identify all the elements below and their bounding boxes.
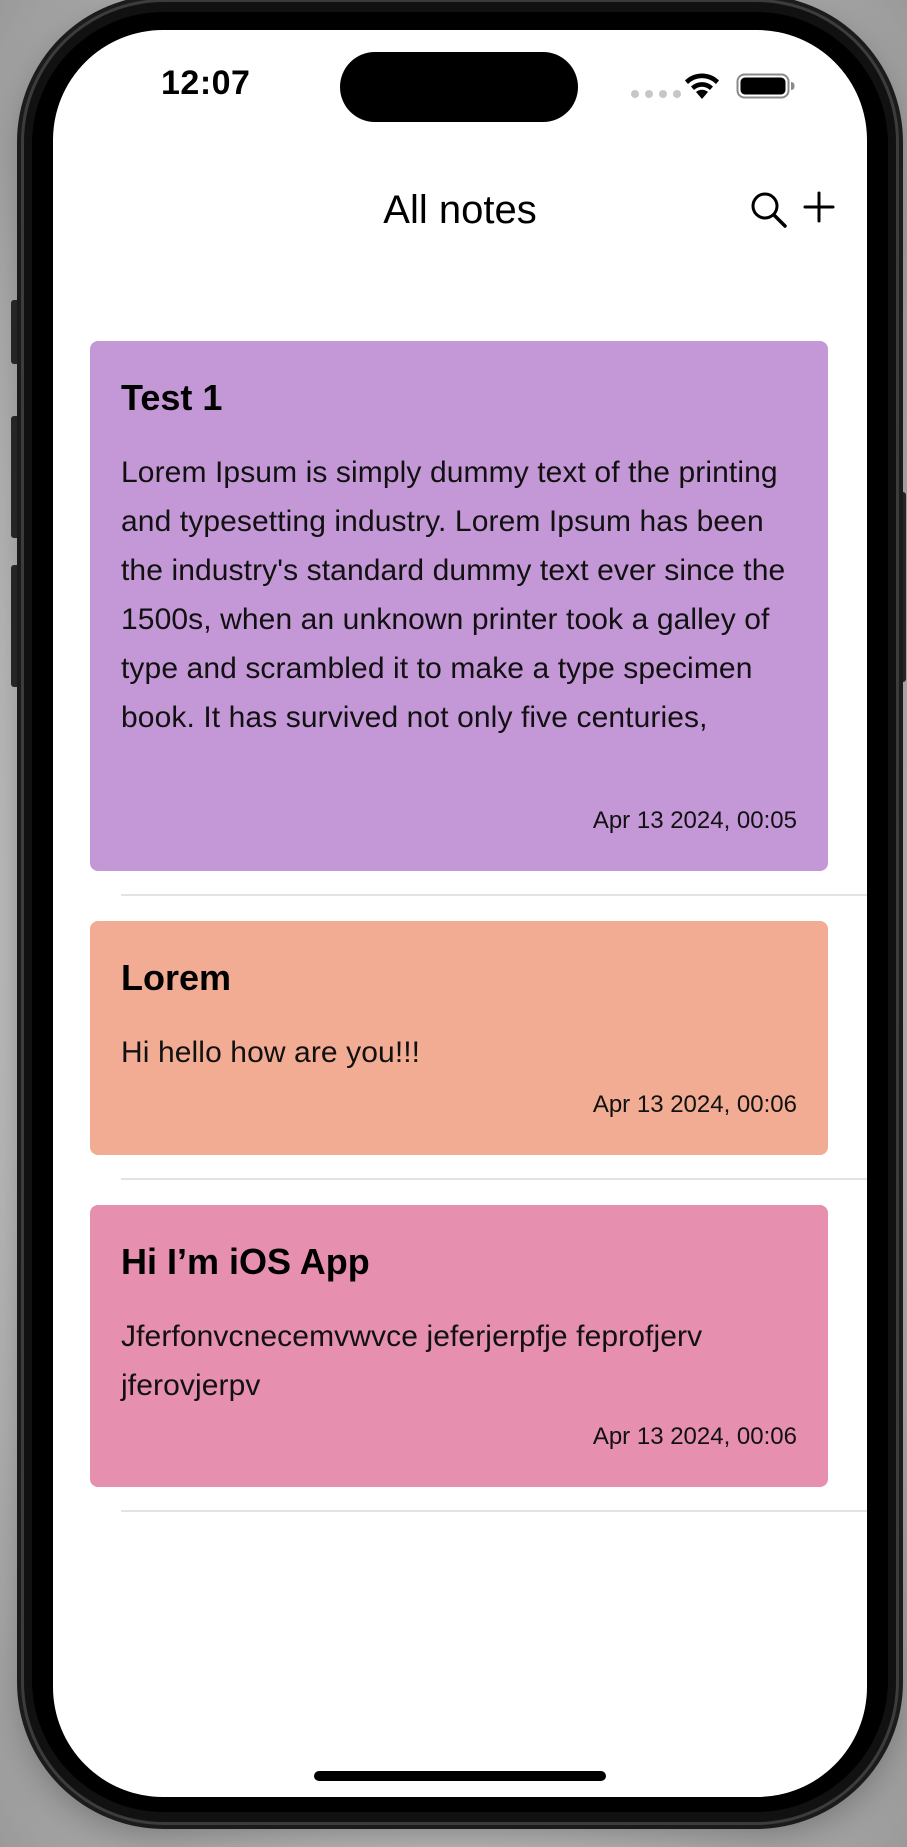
app-screen: 12:07 All notes Test 1 Lorem Ipsum is si… (53, 30, 867, 1797)
note-body: Lorem Ipsum is simply dummy text of the … (121, 456, 786, 734)
volume-down-button (11, 565, 25, 687)
note-date: Apr 13 2024, 00:06 (592, 1423, 797, 1450)
note-card[interactable]: Lorem Hi hello how are you!!! Apr 13 202… (90, 921, 828, 1155)
volume-up-button (11, 416, 25, 538)
note-title: Test 1 (121, 377, 223, 418)
note-body: Jferfonvcnecemvwvce jeferjerpfje feprofj… (121, 1320, 703, 1402)
note-card[interactable]: Hi I’m iOS App Jferfonvcnecemvwvce jefer… (90, 1205, 828, 1487)
list-separator (121, 1178, 867, 1180)
note-date: Apr 13 2024, 00:05 (592, 807, 797, 834)
home-indicator[interactable] (314, 1771, 606, 1781)
note-date: Apr 13 2024, 00:06 (592, 1091, 797, 1118)
note-body: Hi hello how are you!!! (121, 1036, 421, 1069)
action-button (11, 300, 25, 364)
note-title: Hi I’m iOS App (121, 1241, 370, 1282)
list-separator (121, 894, 867, 896)
notes-list: Test 1 Lorem Ipsum is simply dummy text … (53, 30, 867, 1797)
note-card[interactable]: Test 1 Lorem Ipsum is simply dummy text … (90, 341, 828, 871)
note-title: Lorem (121, 957, 232, 998)
list-separator (121, 1510, 867, 1512)
